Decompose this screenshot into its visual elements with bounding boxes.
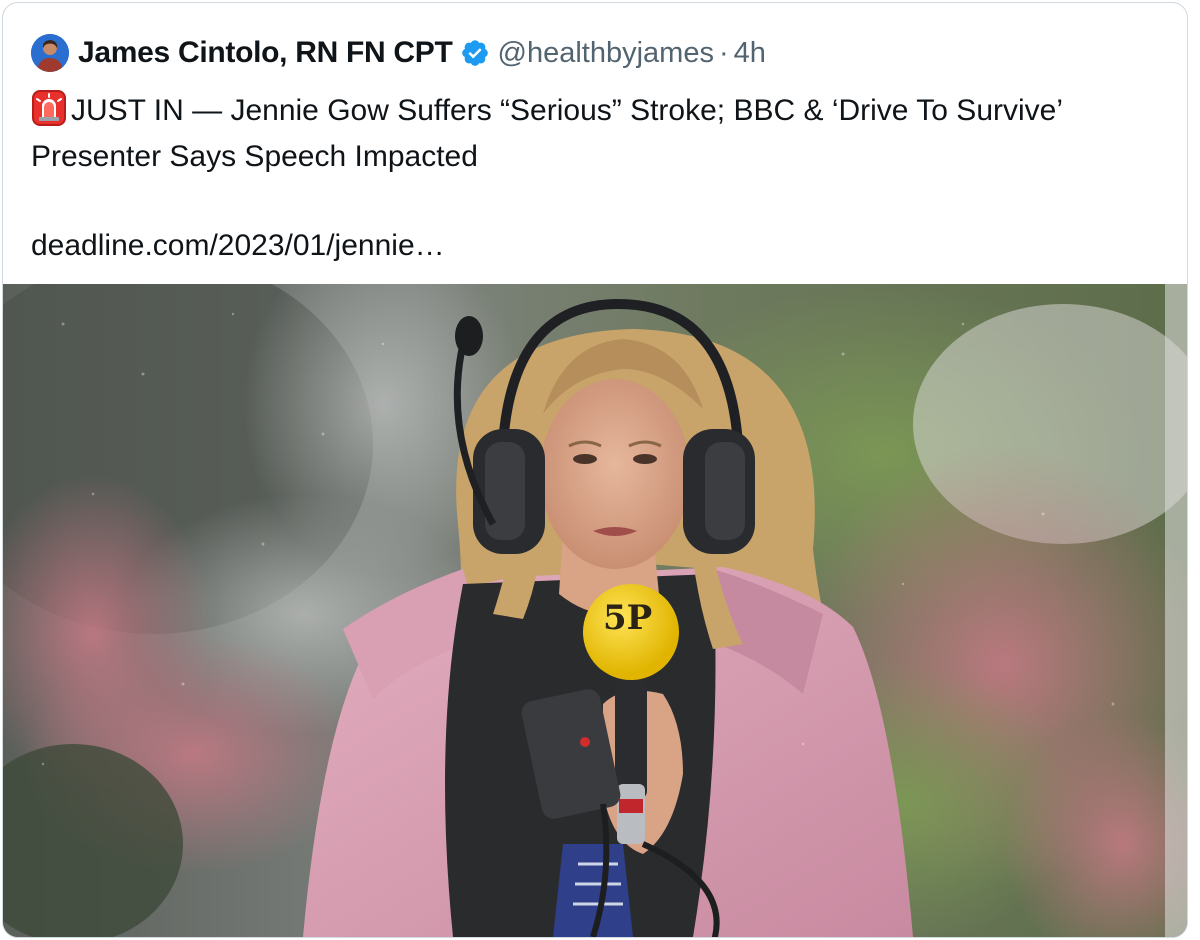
rotating-light-icon: [31, 89, 67, 127]
tweet-timestamp[interactable]: 4h: [734, 37, 766, 70]
verified-badge-icon: [460, 38, 490, 68]
author-name[interactable]: James Cintolo, RN FN CPT: [78, 36, 453, 70]
microphone-flag-text: 5P: [603, 598, 652, 638]
tweet-media-photo[interactable]: 5P: [3, 284, 1187, 937]
author-handle[interactable]: @healthbyjames: [498, 37, 714, 70]
reporter-photo: 5P: [3, 284, 1187, 937]
tweet-header: James Cintolo, RN FN CPT @healthbyjames …: [31, 31, 766, 75]
avatar-photo-icon: [31, 34, 69, 72]
tweet-card[interactable]: James Cintolo, RN FN CPT @healthbyjames …: [2, 2, 1188, 938]
tweet-text: JUST IN — Jennie Gow Suffers “Serious” S…: [31, 94, 1062, 173]
author-avatar[interactable]: [31, 34, 69, 72]
separator-dot: ·: [718, 36, 729, 69]
tweet-link[interactable]: deadline.com/2023/01/jennie…: [31, 223, 445, 269]
tweet-body: JUST IN — Jennie Gow Suffers “Serious” S…: [31, 88, 1151, 180]
